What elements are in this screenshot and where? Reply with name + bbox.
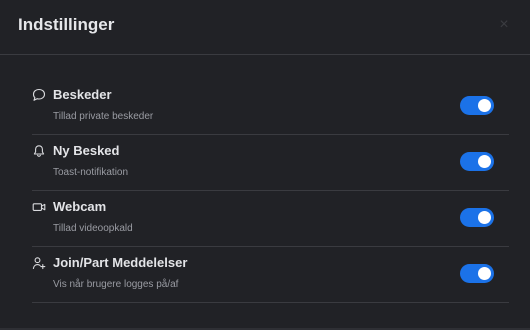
close-icon[interactable]: × [496,17,512,33]
webcam-toggle[interactable] [460,208,494,227]
setting-label: Join/Part Meddelelser [53,255,188,270]
setting-description: Toast-notifikation [53,167,129,178]
setting-row-join-part: Join/Part Meddelelser Vis når brugere lo… [32,247,509,303]
setting-row-messages: Beskeder Tillad private beskeder [32,79,509,135]
new-message-toggle[interactable] [460,152,494,171]
toggle-knob [478,99,491,112]
toggle-knob [478,211,491,224]
dialog-title: Indstillinger [18,15,115,34]
video-camera-icon [32,200,46,214]
bell-icon [32,144,46,158]
messages-toggle[interactable] [460,96,494,115]
dialog-header: Indstillinger × [0,0,530,55]
settings-list: Beskeder Tillad private beskeder Ny Besk… [32,79,509,303]
setting-description: Tillad videoopkald [53,223,133,234]
setting-description: Tillad private beskeder [53,111,154,122]
setting-label: Beskeder [53,87,112,102]
setting-description: Vis når brugere logges på/af [53,279,179,290]
toggle-knob [478,155,491,168]
user-plus-icon [32,256,46,270]
setting-label: Ny Besked [53,143,120,158]
setting-row-webcam: Webcam Tillad videoopkald [32,191,509,247]
setting-row-new-message: Ny Besked Toast-notifikation [32,135,509,191]
settings-dialog: Indstillinger × Beskeder Tillad private … [0,0,530,330]
chat-bubble-icon [32,88,46,102]
setting-label: Webcam [53,199,107,214]
toggle-knob [478,267,491,280]
join-part-toggle[interactable] [460,264,494,283]
